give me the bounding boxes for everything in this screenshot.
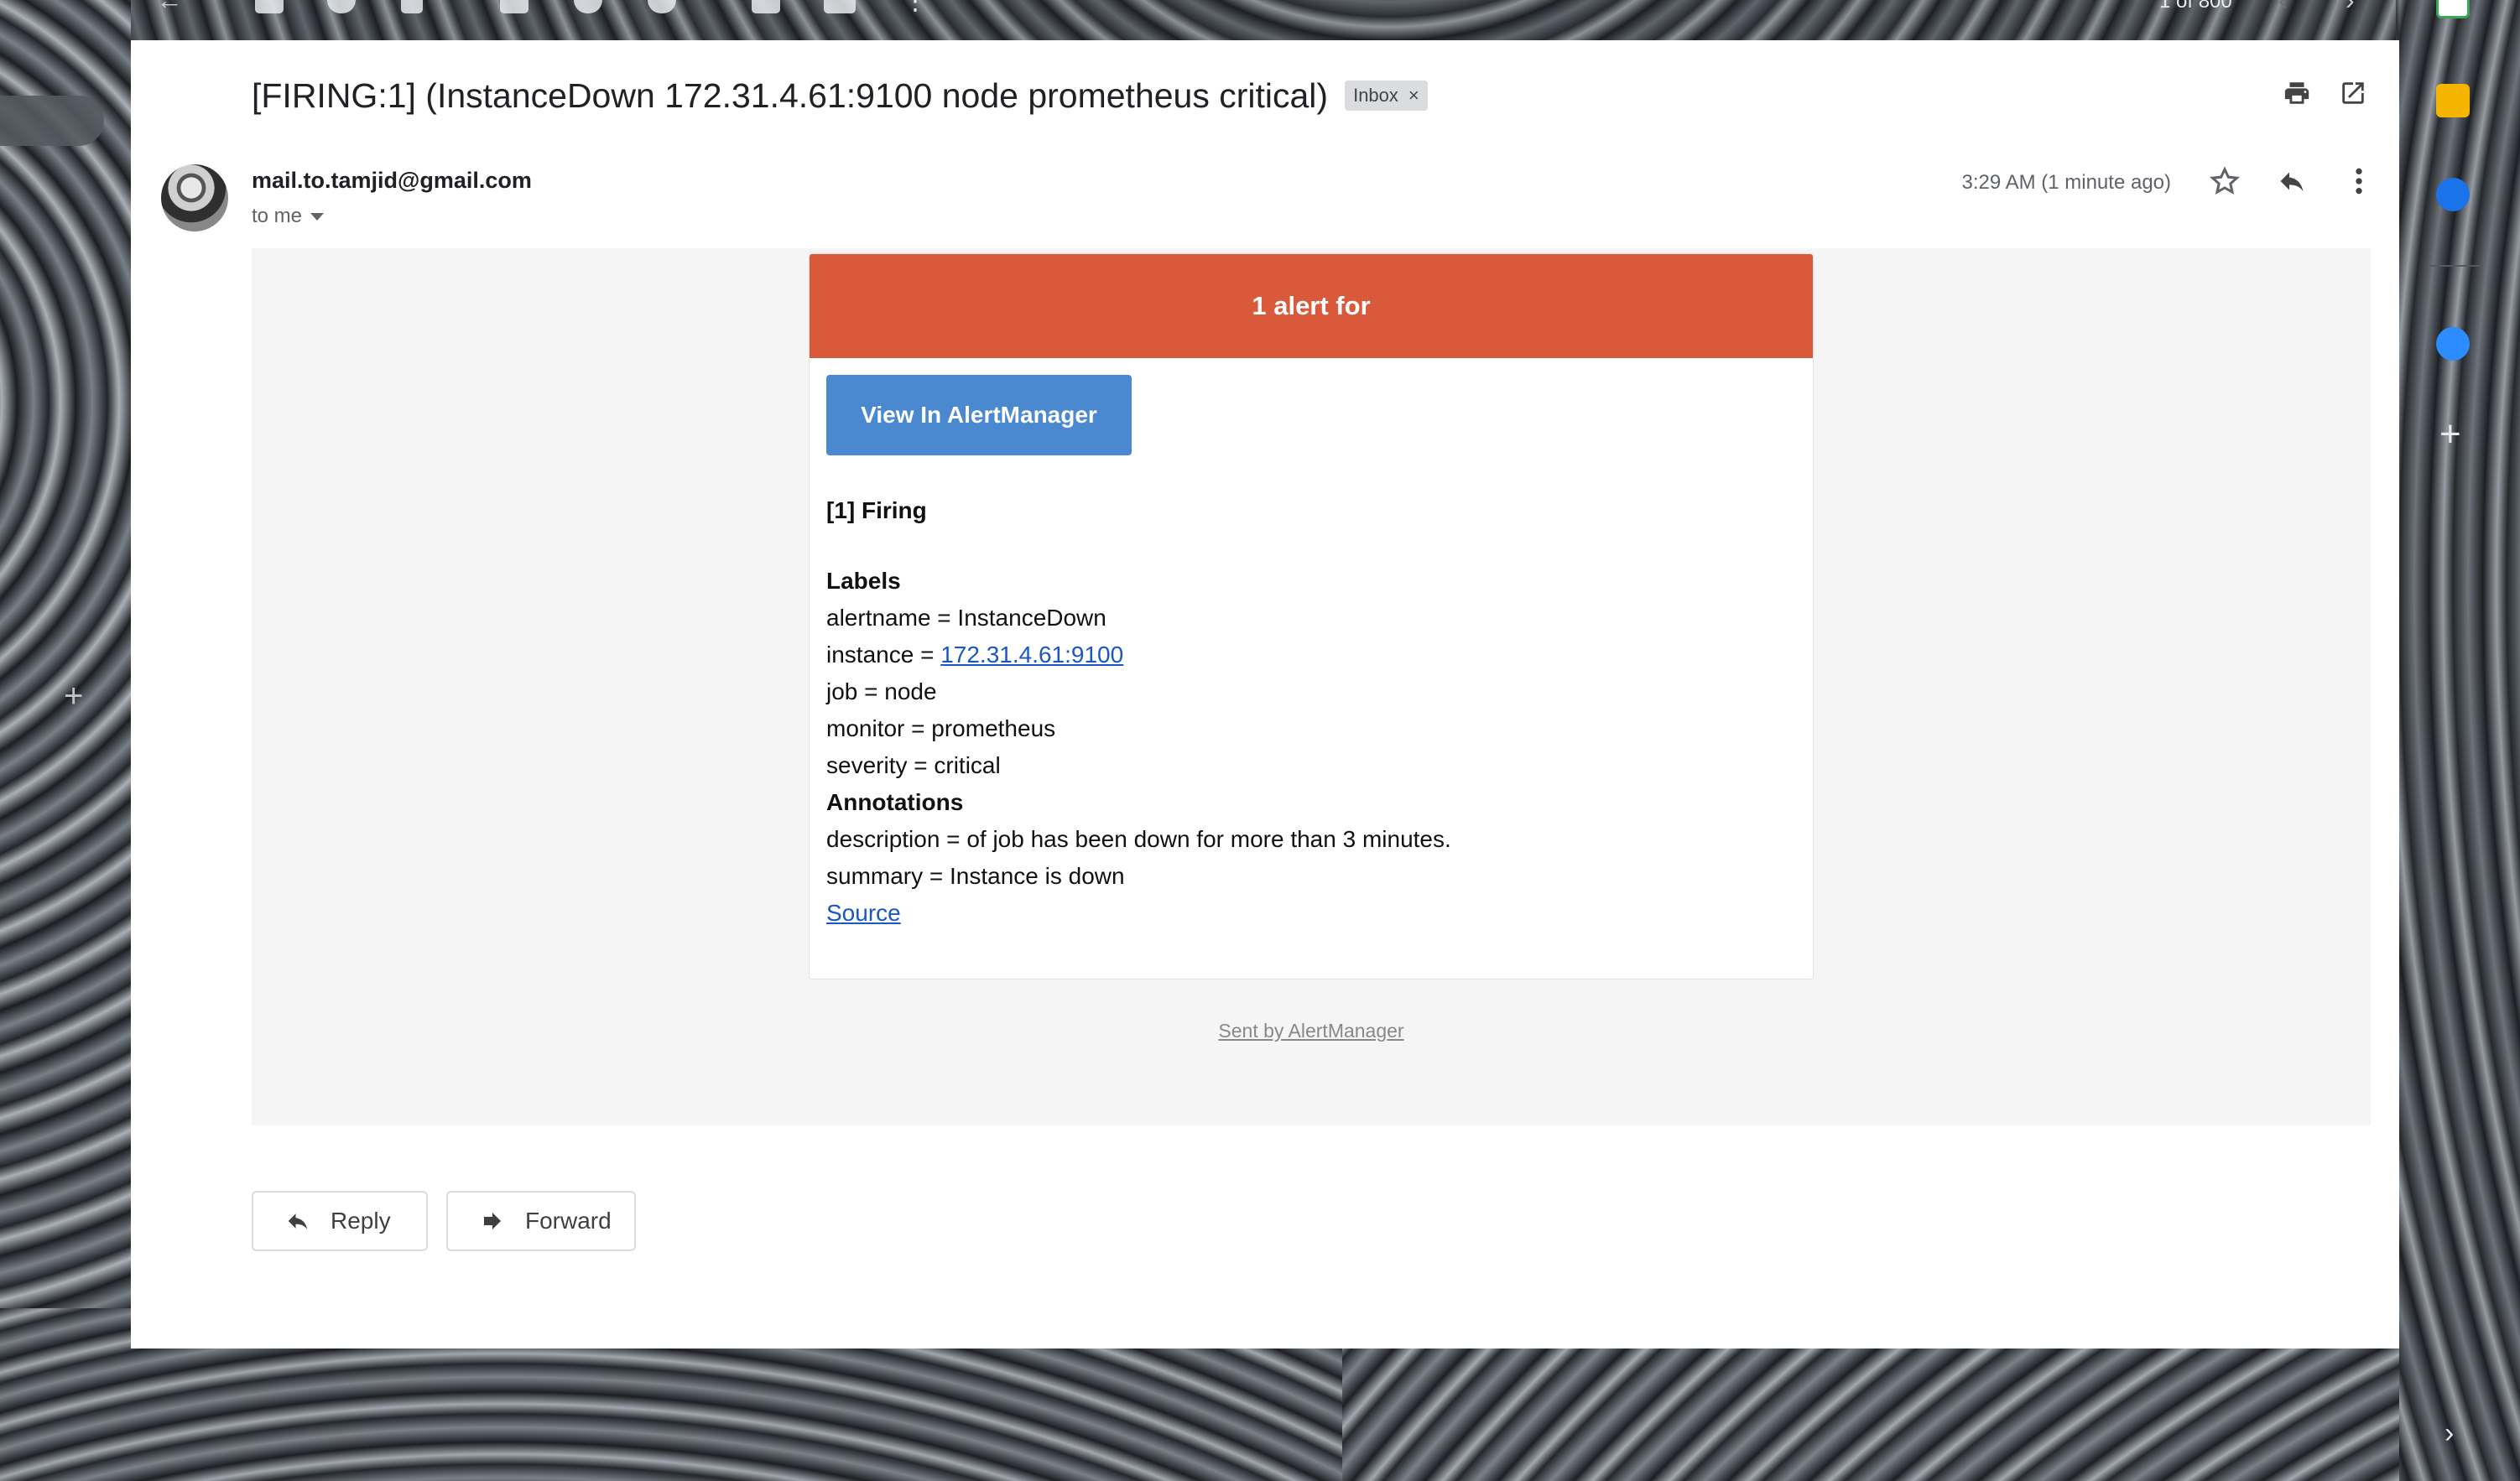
label-instance-prefix: instance = — [826, 642, 941, 668]
star-icon[interactable] — [2208, 164, 2241, 198]
label-monitor: monitor = prometheus — [826, 715, 1056, 741]
chevron-down-icon[interactable] — [310, 212, 325, 221]
next-icon[interactable]: › — [2346, 0, 2355, 16]
keep-icon[interactable] — [2436, 84, 2470, 117]
email-body: 1 alert for View In AlertManager [1] Fir… — [252, 248, 2371, 1125]
zoom-icon[interactable] — [2436, 327, 2470, 361]
labels-icon[interactable] — [824, 0, 856, 13]
reply-button[interactable]: Reply — [252, 1191, 428, 1251]
remove-label-icon[interactable]: × — [1408, 85, 1419, 107]
alert-header: 1 alert for — [810, 254, 1813, 358]
email-subject: [FIRING:1] (InstanceDown 172.31.4.61:910… — [252, 75, 1329, 115]
sent-by-alertmanager-link[interactable]: Sent by AlertManager — [252, 1020, 2371, 1042]
snooze-icon[interactable] — [574, 0, 602, 13]
message-toolbar: ← ⋮ 1 of 800 ‹ › — [131, 0, 2396, 40]
tasks-icon[interactable] — [2436, 178, 2470, 211]
compose-button-edge[interactable] — [0, 96, 104, 146]
sender-email[interactable]: mail.to.tamjid@gmail.com — [252, 168, 532, 194]
calendar-icon[interactable] — [2436, 0, 2470, 18]
label-alertname: alertname = InstanceDown — [826, 605, 1106, 631]
alert-details: [1] Firing Labels alertname = InstanceDo… — [826, 492, 1791, 932]
subject-row: [FIRING:1] (InstanceDown 172.31.4.61:910… — [252, 70, 2366, 121]
prev-icon[interactable]: ‹ — [2278, 0, 2288, 16]
add-icon[interactable]: + — [2439, 416, 2461, 453]
forward-label: Forward — [525, 1208, 612, 1234]
forward-icon — [484, 1213, 501, 1229]
move-to-icon[interactable] — [752, 0, 780, 13]
sender-avatar[interactable] — [161, 164, 228, 231]
recipient-text: to me — [252, 205, 303, 227]
open-in-new-window-icon[interactable] — [2339, 79, 2367, 107]
inbox-label-badge: Inbox × — [1345, 81, 1428, 111]
email-view: [FIRING:1] (InstanceDown 172.31.4.61:910… — [131, 40, 2399, 1348]
more-icon[interactable]: ⋮ — [903, 0, 928, 16]
report-spam-icon[interactable] — [327, 0, 356, 13]
reply-icon[interactable] — [2275, 166, 2309, 196]
recipient-details[interactable]: to me — [252, 205, 325, 228]
message-timestamp: 3:29 AM (1 minute ago) — [1961, 171, 2171, 194]
delete-icon[interactable] — [401, 0, 423, 13]
pager-text: 1 of 800 — [2159, 0, 2232, 13]
reply-label: Reply — [331, 1208, 391, 1234]
add-to-tasks-icon[interactable] — [648, 0, 676, 13]
annotations-heading: Annotations — [826, 789, 964, 815]
annotation-description: description = of job has been down for m… — [826, 826, 1451, 852]
side-panel-divider — [2429, 265, 2483, 267]
more-vert-icon[interactable] — [2352, 164, 2366, 198]
label-instance: instance = 172.31.4.61:9100 — [826, 637, 1791, 673]
alert-card: 1 alert for View In AlertManager [1] Fir… — [809, 253, 1814, 980]
mark-unread-icon[interactable] — [500, 0, 528, 13]
inbox-label-text: Inbox — [1353, 85, 1398, 106]
expand-icon[interactable]: › — [2445, 1417, 2454, 1450]
reply-icon — [288, 1213, 308, 1229]
annotation-summary: summary = Instance is down — [826, 863, 1125, 889]
source-link[interactable]: Source — [826, 900, 901, 926]
archive-icon[interactable] — [255, 0, 284, 13]
labels-heading: Labels — [826, 568, 901, 594]
firing-heading: [1] Firing — [826, 497, 927, 523]
side-panel: + › — [2399, 0, 2520, 1481]
view-in-alertmanager-button[interactable]: View In AlertManager — [826, 375, 1132, 455]
forward-button[interactable]: Forward — [446, 1191, 636, 1251]
background-texture-left — [0, 0, 131, 1342]
back-arrow-icon[interactable]: ← — [156, 0, 183, 16]
instance-link[interactable]: 172.31.4.61:9100 — [940, 642, 1123, 668]
add-label-plus-icon[interactable]: + — [64, 678, 83, 715]
label-job: job = node — [826, 678, 937, 704]
label-severity: severity = critical — [826, 752, 1001, 778]
print-icon[interactable] — [2282, 79, 2312, 107]
